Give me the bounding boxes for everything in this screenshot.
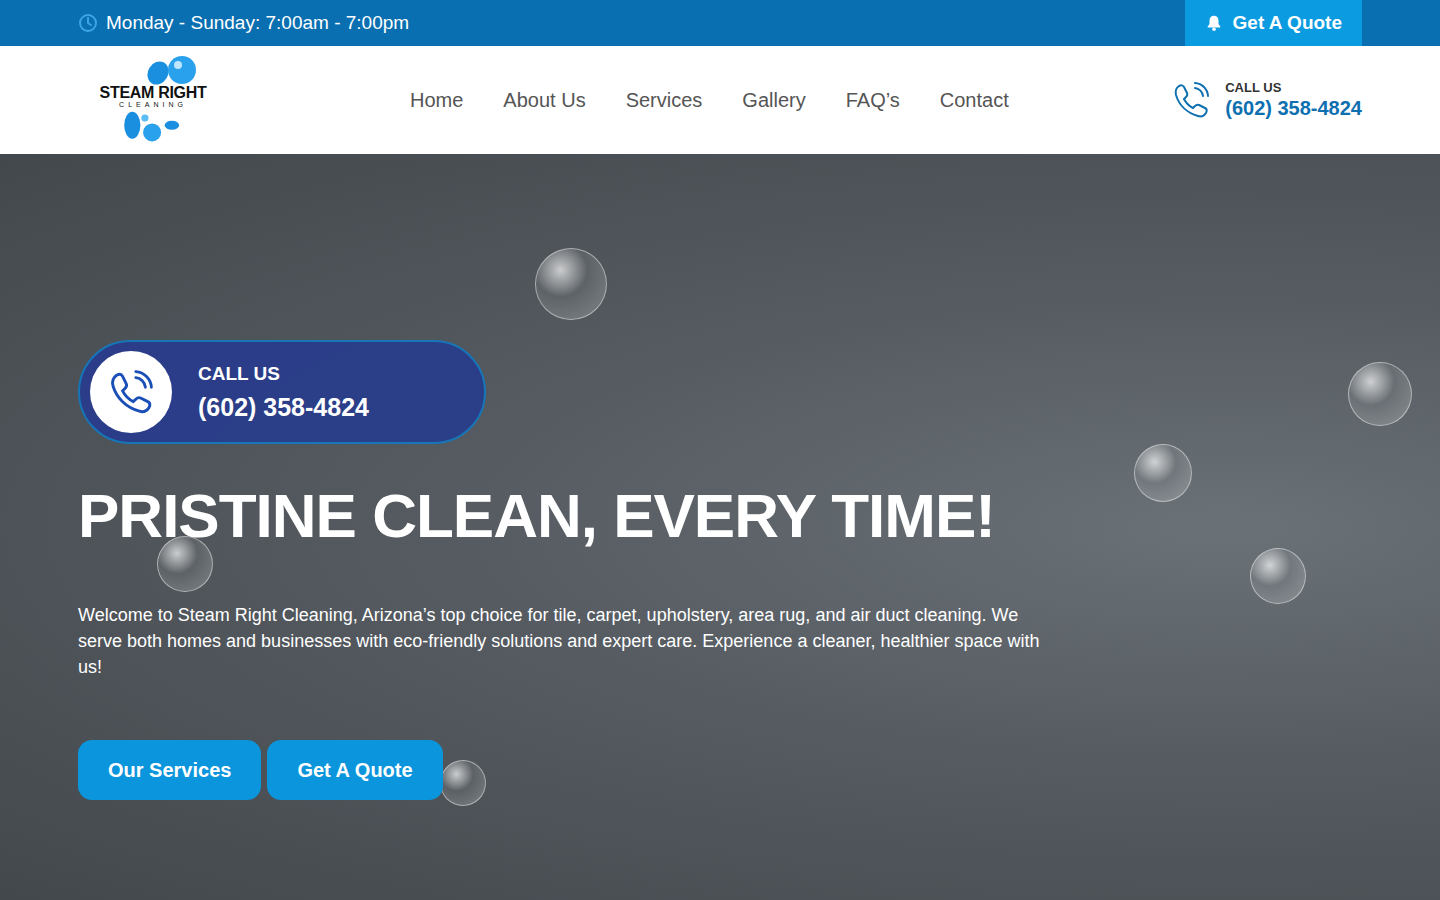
logo[interactable]: STEAM RIGHTCLEANING [78, 55, 228, 145]
hero-content: CALL US(602) 358-4824 PRISTINE CLEAN, EVE… [0, 154, 1440, 800]
opening-hours: Monday - Sunday: 7:00am - 7:00pm [78, 0, 409, 46]
bubble [1134, 444, 1192, 502]
hero-button[interactable]: Our Services [78, 740, 261, 800]
bubble [535, 248, 607, 320]
bell-icon [1205, 14, 1223, 32]
nav-link[interactable]: Contact [940, 89, 1009, 112]
bubble [1250, 548, 1306, 604]
phone-icon [1171, 80, 1211, 120]
get-quote-button[interactable]: Get A Quote [1185, 0, 1362, 46]
nav-link[interactable]: About Us [503, 89, 585, 112]
call-pill[interactable]: CALL US(602) 358-4824 [78, 340, 486, 444]
hero-title: PRISTINE CLEAN, EVERY TIME! [78, 482, 1362, 550]
clock-icon [78, 13, 98, 33]
header: STEAM RIGHTCLEANING Home About Us Services G… [0, 46, 1440, 154]
hero-text: Welcome to Steam Right Cleaning, Arizona… [78, 602, 1058, 680]
bubbles-top-icon [78, 55, 228, 85]
bubble [1348, 362, 1412, 426]
hero: CALL US(602) 358-4824 PRISTINE CLEAN, EVE… [0, 154, 1440, 900]
nav-link[interactable]: Home [410, 89, 463, 112]
phone-circle [90, 351, 172, 433]
nav-link[interactable]: Services [626, 89, 703, 112]
bubble [440, 760, 486, 806]
header-call[interactable]: CALL US(602) 358-4824 [1171, 80, 1362, 120]
bubbles-bottom-icon [78, 109, 228, 145]
hero-buttons: Our ServicesGet A Quote [78, 740, 1362, 800]
page: Monday - Sunday: 7:00am - 7:00pm Get A Qu… [0, 0, 1440, 900]
top-bar: Monday - Sunday: 7:00am - 7:00pm Get A Qu… [0, 0, 1440, 46]
main-nav: Home About Us Services Gallery FAQ’s Contact [410, 89, 1009, 112]
hero-button[interactable]: Get A Quote [267, 740, 442, 800]
nav-link[interactable]: FAQ’s [846, 89, 900, 112]
nav-link[interactable]: Gallery [742, 89, 805, 112]
phone-icon [107, 368, 155, 416]
